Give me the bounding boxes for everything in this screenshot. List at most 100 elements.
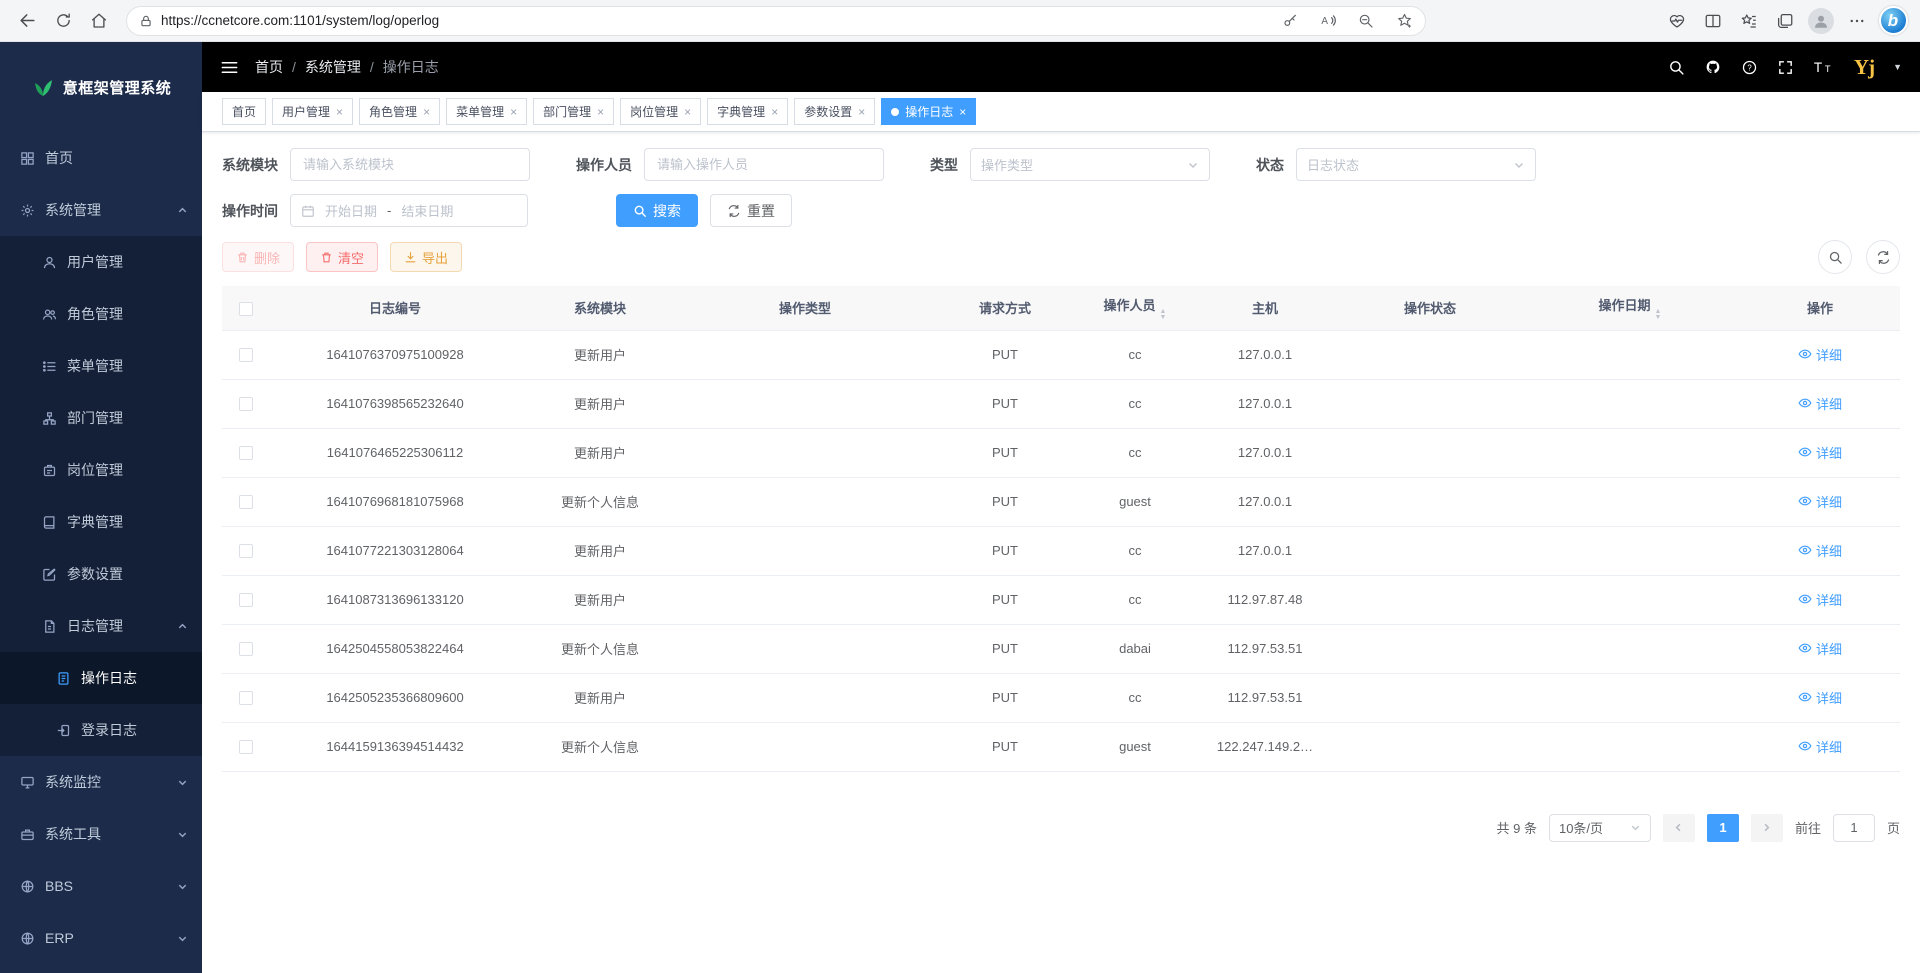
sidebar-item-home[interactable]: 首页 [0,132,202,184]
user-avatar-logo[interactable]: Yj [1854,55,1874,80]
next-page-button[interactable] [1751,814,1783,842]
detail-link[interactable]: 详细 [1798,688,1842,707]
tab-close-icon[interactable]: × [771,106,778,118]
sidebar-item-post-mgmt[interactable]: 岗位管理 [0,444,202,496]
fullscreen-button[interactable] [1777,59,1794,76]
sort-carets-icon[interactable]: ▲▼ [1655,309,1662,321]
help-button[interactable]: ? [1741,59,1758,76]
browser-url-bar[interactable]: https://ccnetcore.com:1101/system/log/op… [126,6,1426,36]
collections-button[interactable] [1768,5,1802,37]
tab-role-mgmt[interactable]: 角色管理× [359,98,440,125]
page-number-1[interactable]: 1 [1707,814,1739,842]
font-size-button[interactable]: TT [1813,58,1835,76]
tab-close-icon[interactable]: × [684,106,691,118]
sort-carets-icon[interactable]: ▲▼ [1160,309,1167,321]
header-date[interactable]: 操作日期▲▼ [1520,286,1740,330]
search-button[interactable]: 搜索 [616,194,698,227]
sidebar-item-menu-mgmt[interactable]: 菜单管理 [0,340,202,392]
show-search-toggle-button[interactable] [1818,240,1852,274]
tab-close-icon[interactable]: × [597,106,604,118]
sidebar-item-operation-log[interactable]: 操作日志 [0,652,202,704]
row-checkbox[interactable] [239,593,253,607]
tab-user-mgmt[interactable]: 用户管理× [272,98,353,125]
row-checkbox[interactable] [239,495,253,509]
status-select[interactable]: 日志状态 [1296,148,1536,181]
sidebar-item-bbs[interactable]: BBS [0,860,202,912]
detail-link[interactable]: 详细 [1798,590,1842,609]
sidebar-item-login-log[interactable]: 登录日志 [0,704,202,756]
tab-menu-mgmt[interactable]: 菜单管理× [446,98,527,125]
detail-link[interactable]: 详细 [1798,639,1842,658]
tab-operation-log[interactable]: 操作日志× [881,98,976,125]
favorites-button[interactable] [1732,5,1766,37]
refresh-table-button[interactable] [1866,240,1900,274]
row-checkbox[interactable] [239,397,253,411]
sidebar-item-dict-mgmt[interactable]: 字典管理 [0,496,202,548]
add-favorite-button[interactable] [1389,8,1419,34]
tab-param-settings[interactable]: 参数设置× [794,98,875,125]
sidebar-item-user-mgmt[interactable]: 用户管理 [0,236,202,288]
row-checkbox[interactable] [239,544,253,558]
tab-post-mgmt[interactable]: 岗位管理× [620,98,701,125]
module-input[interactable] [290,148,530,181]
row-checkbox[interactable] [239,740,253,754]
breadcrumb-home[interactable]: 首页 [255,57,283,77]
app-logo[interactable]: 意框架管理系统 [0,42,202,132]
header-operator[interactable]: 操作人员▲▼ [1080,286,1190,330]
date-range-picker[interactable]: 开始日期 - 结束日期 [290,194,528,227]
tab-close-icon[interactable]: × [959,106,966,118]
tab-home[interactable]: 首页 [222,98,266,125]
sidebar-item-dept-mgmt[interactable]: 部门管理 [0,392,202,444]
page-size-select[interactable]: 10条/页 [1549,814,1651,842]
detail-link[interactable]: 详细 [1798,492,1842,511]
tab-dept-mgmt[interactable]: 部门管理× [533,98,614,125]
breadcrumb-system[interactable]: 系统管理 [305,57,361,77]
github-link-button[interactable] [1704,58,1722,76]
row-checkbox[interactable] [239,446,253,460]
copilot-button[interactable]: b [1876,5,1910,37]
row-checkbox[interactable] [239,642,253,656]
sidebar-item-erp[interactable]: ERP [0,912,202,964]
zoom-out-button[interactable] [1351,8,1381,34]
browser-essentials-button[interactable] [1660,5,1694,37]
detail-link[interactable]: 详细 [1798,394,1842,413]
avatar-caret-down-icon[interactable]: ▼ [1893,62,1902,72]
tab-close-icon[interactable]: × [423,106,430,118]
tab-dict-mgmt[interactable]: 字典管理× [707,98,788,125]
profile-button[interactable] [1804,5,1838,37]
detail-link[interactable]: 详细 [1798,345,1842,364]
browser-refresh-button[interactable] [46,5,80,37]
tab-close-icon[interactable]: × [858,106,865,118]
browser-home-button[interactable] [82,5,116,37]
detail-link[interactable]: 详细 [1798,541,1842,560]
type-select[interactable]: 操作类型 [970,148,1210,181]
operator-input[interactable] [644,148,884,181]
prev-page-button[interactable] [1663,814,1695,842]
split-screen-button[interactable] [1696,5,1730,37]
saved-password-button[interactable] [1275,8,1305,34]
sidebar-item-system[interactable]: 系统管理 [0,184,202,236]
export-button[interactable]: 导出 [390,242,462,272]
delete-button[interactable]: 删除 [222,242,294,272]
browser-settings-menu-button[interactable] [1840,5,1874,37]
clear-button[interactable]: 清空 [306,242,378,272]
tab-close-icon[interactable]: × [336,106,343,118]
sidebar-toggle-button[interactable] [220,58,239,77]
tab-close-icon[interactable]: × [510,106,517,118]
read-aloud-button[interactable]: A [1313,8,1343,34]
row-checkbox[interactable] [239,691,253,705]
sidebar-item-system-tools[interactable]: 系统工具 [0,808,202,860]
header-search-button[interactable] [1668,59,1685,76]
sidebar-item-param-settings[interactable]: 参数设置 [0,548,202,600]
sidebar-item-yi-framework[interactable]: Yi框架 [0,964,202,973]
sidebar-item-role-mgmt[interactable]: 角色管理 [0,288,202,340]
select-all-checkbox[interactable] [239,302,253,316]
sidebar-item-system-monitor[interactable]: 系统监控 [0,756,202,808]
browser-back-button[interactable] [10,5,44,37]
reset-button[interactable]: 重置 [710,194,792,227]
detail-link[interactable]: 详细 [1798,737,1842,756]
detail-link[interactable]: 详细 [1798,443,1842,462]
row-checkbox[interactable] [239,348,253,362]
sidebar-item-log-mgmt[interactable]: 日志管理 [0,600,202,652]
goto-page-input[interactable] [1833,814,1875,842]
